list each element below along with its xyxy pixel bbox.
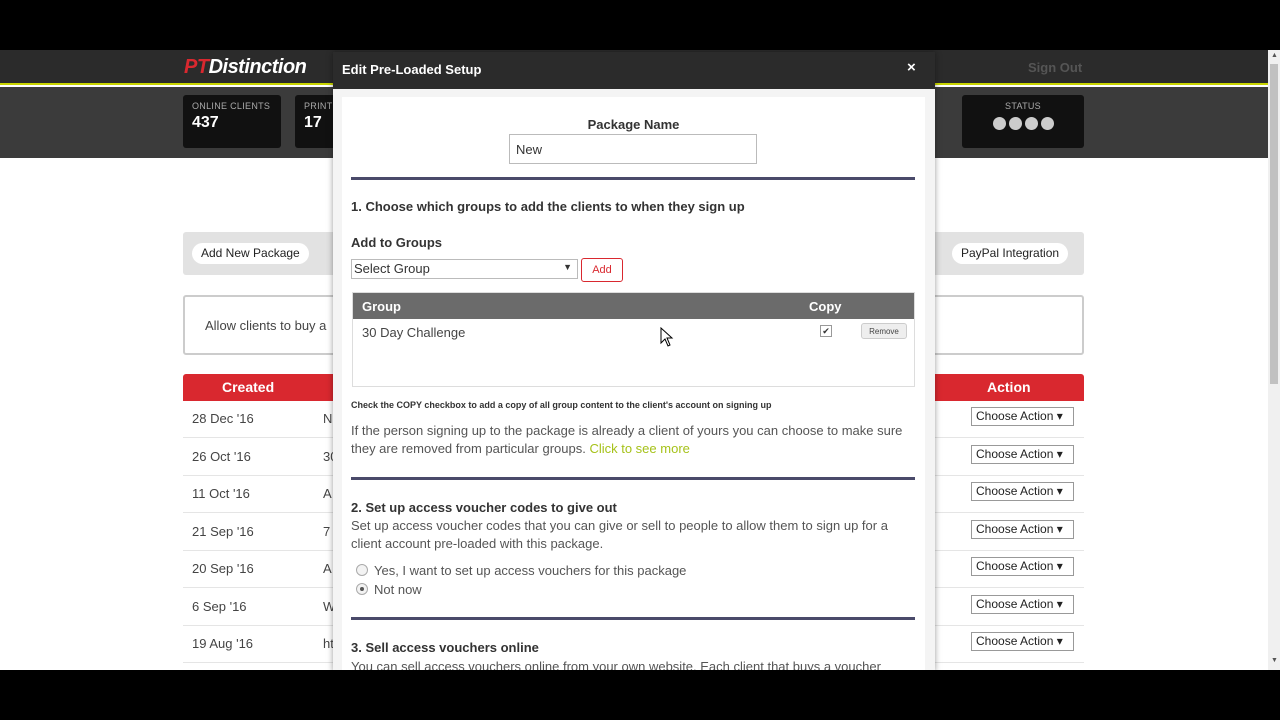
choose-action-dropdown[interactable]: Choose Action ▾ xyxy=(971,407,1074,426)
edit-preloaded-setup-modal: Edit Pre-Loaded Setup × Package Name New… xyxy=(333,52,935,670)
paypal-integration-button[interactable]: PayPal Integration xyxy=(952,243,1069,264)
logo-text: Distinction xyxy=(208,56,307,78)
existing-client-text: If the person signing up to the package … xyxy=(351,422,915,458)
group-column-header: Group xyxy=(362,299,401,314)
online-clients-label: ONLINE CLIENTS xyxy=(192,101,271,111)
section2-title: 2. Set up access voucher codes to give o… xyxy=(351,500,617,515)
add-to-groups-label: Add to Groups xyxy=(351,235,442,250)
click-to-see-more-link[interactable]: Click to see more xyxy=(589,441,689,456)
scroll-up-arrow-icon[interactable]: ▲ xyxy=(1271,52,1278,59)
mouse-cursor-icon xyxy=(660,327,674,347)
section-divider xyxy=(351,477,915,480)
choose-action-dropdown[interactable]: Choose Action ▾ xyxy=(971,632,1074,651)
voucher-no-label[interactable]: Not now xyxy=(374,582,422,597)
row-created-date: 21 Sep '16 xyxy=(192,523,254,539)
add-group-button[interactable]: Add xyxy=(581,258,623,282)
add-new-package-button[interactable]: Add New Package xyxy=(192,243,309,264)
action-column-header: Action xyxy=(987,379,1031,395)
row-created-date: 11 Oct '16 xyxy=(192,486,250,501)
row-package-name: 7 xyxy=(323,523,331,539)
groups-table: Group Copy 30 Day Challenge ✔ Remove xyxy=(352,292,915,387)
scroll-down-arrow-icon[interactable]: ▼ xyxy=(1271,657,1278,664)
section-divider xyxy=(351,177,915,180)
browser-viewport: PTDistinction Sign Out ONLINE CLIENTS 43… xyxy=(0,50,1280,670)
online-clients-value: 437 xyxy=(192,114,219,131)
group-row-name: 30 Day Challenge xyxy=(362,325,466,340)
copy-column-header: Copy xyxy=(809,299,842,314)
remove-group-button[interactable]: Remove xyxy=(861,323,907,339)
section1-title: 1. Choose which groups to add the client… xyxy=(351,199,745,214)
app-logo[interactable]: PTDistinction xyxy=(184,56,307,79)
section3-text: You can sell access vouchers online from… xyxy=(351,659,881,670)
row-created-date: 26 Oct '16 xyxy=(192,448,251,464)
section3-title: 3. Sell access vouchers online xyxy=(351,640,539,655)
row-created-date: 6 Sep '16 xyxy=(192,598,247,614)
screen: PTDistinction Sign Out ONLINE CLIENTS 43… xyxy=(0,0,1280,720)
row-created-date: 28 Dec '16 xyxy=(192,411,254,426)
section2-text: Set up access voucher codes that you can… xyxy=(351,518,888,551)
info-text: Allow clients to buy a xyxy=(205,318,327,333)
select-group-dropdown[interactable]: Select Group ▼ xyxy=(351,259,578,279)
sign-out-link[interactable]: Sign Out xyxy=(1028,60,1082,75)
choose-action-dropdown[interactable]: Choose Action ▾ xyxy=(971,557,1074,576)
row-package-name: N xyxy=(323,411,333,426)
page-scrollbar[interactable]: ▲ ▼ xyxy=(1268,50,1280,670)
choose-action-dropdown[interactable]: Choose Action ▾ xyxy=(971,519,1074,539)
section-divider xyxy=(351,617,915,620)
voucher-yes-radio[interactable] xyxy=(356,564,368,576)
row-package-name: A xyxy=(323,486,332,501)
voucher-no-radio[interactable] xyxy=(356,583,368,595)
modal-panel: Package Name New 1. Choose which groups … xyxy=(342,97,925,670)
status-label: STATUS xyxy=(1005,101,1041,111)
close-icon[interactable]: × xyxy=(907,59,916,76)
status-dots xyxy=(971,117,1075,130)
online-clients-stat: ONLINE CLIENTS 437 xyxy=(183,95,281,148)
row-created-date: 20 Sep '16 xyxy=(192,561,254,576)
choose-action-dropdown[interactable]: Choose Action ▾ xyxy=(971,444,1074,464)
copy-note: Check the COPY checkbox to add a copy of… xyxy=(351,400,772,410)
modal-title: Edit Pre-Loaded Setup xyxy=(342,62,482,77)
created-column-header: Created xyxy=(222,379,275,395)
dropdown-arrow-icon: ▼ xyxy=(563,262,572,272)
choose-action-dropdown[interactable]: Choose Action ▾ xyxy=(971,482,1074,501)
status-stat: STATUS xyxy=(962,95,1084,148)
copy-checkbox[interactable]: ✔ xyxy=(820,325,832,337)
logo-pt: PT xyxy=(184,56,209,78)
modal-header: Edit Pre-Loaded Setup × xyxy=(333,52,935,89)
row-package-name: A xyxy=(323,561,332,576)
package-name-label: Package Name xyxy=(587,117,680,132)
voucher-yes-label[interactable]: Yes, I want to set up access vouchers fo… xyxy=(374,563,686,578)
select-group-value: Select Group xyxy=(354,261,430,276)
package-name-input[interactable]: New xyxy=(509,134,757,164)
modal-body[interactable]: Package Name New 1. Choose which groups … xyxy=(333,89,935,670)
row-created-date: 19 Aug '16 xyxy=(192,636,254,651)
groups-table-header: Group Copy xyxy=(353,293,914,319)
scrollbar-thumb[interactable] xyxy=(1270,64,1278,384)
choose-action-dropdown[interactable]: Choose Action ▾ xyxy=(971,594,1074,614)
